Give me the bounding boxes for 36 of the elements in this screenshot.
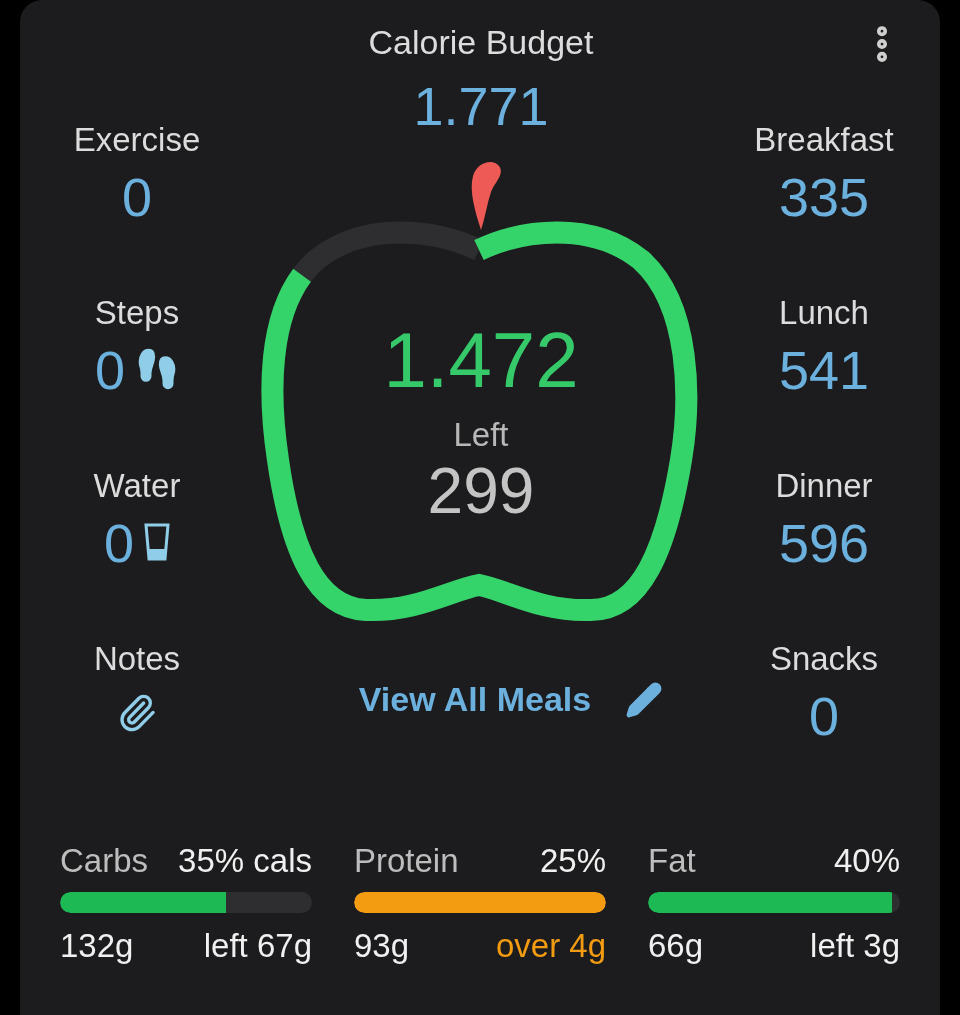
budget-title: Calorie Budget bbox=[368, 22, 594, 63]
macro-name: Carbs bbox=[60, 842, 149, 880]
macro-name: Fat bbox=[648, 842, 696, 880]
meal-label: Dinner bbox=[775, 466, 873, 506]
view-all-meals-link[interactable]: View All Meals bbox=[358, 680, 592, 719]
meal-calories: 596 bbox=[778, 512, 870, 575]
remaining-calories: 299 bbox=[427, 455, 535, 527]
meal-calories: 0 bbox=[808, 685, 839, 748]
stat-value: 0 bbox=[121, 166, 152, 229]
stat-label: Water bbox=[93, 466, 181, 506]
meal-calories: 541 bbox=[778, 339, 870, 402]
meal-calories: 335 bbox=[778, 166, 870, 229]
stat-value: 0 bbox=[103, 512, 134, 575]
macro-name: Protein bbox=[354, 842, 459, 880]
macro-balance: left 67g bbox=[203, 927, 312, 965]
paperclip-icon[interactable] bbox=[117, 693, 157, 733]
meal-label: Breakfast bbox=[754, 120, 894, 160]
macro-share: 35% cals bbox=[178, 842, 312, 880]
stat-label: Steps bbox=[94, 293, 180, 333]
macro-amount: 66g bbox=[648, 927, 704, 965]
stat-label: Notes bbox=[93, 639, 181, 679]
left-caption: Left bbox=[453, 415, 509, 455]
pencil-icon[interactable] bbox=[625, 680, 664, 719]
stat-value: 0 bbox=[94, 339, 125, 402]
meal-label: Lunch bbox=[779, 293, 869, 333]
glass-icon bbox=[144, 523, 170, 561]
macro-balance: left 3g bbox=[810, 927, 900, 965]
macro-amount: 132g bbox=[60, 927, 134, 965]
consumed-calories: 1.472 bbox=[383, 315, 579, 405]
stat-label: Exercise bbox=[73, 120, 201, 160]
meal-label: Snacks bbox=[769, 639, 879, 679]
macro-share: 40% bbox=[833, 842, 900, 880]
macro-share: 25% bbox=[539, 842, 606, 880]
budget-value: 1.771 bbox=[413, 75, 549, 138]
macro-balance: over 4g bbox=[495, 927, 606, 965]
macro-amount: 93g bbox=[354, 927, 410, 965]
